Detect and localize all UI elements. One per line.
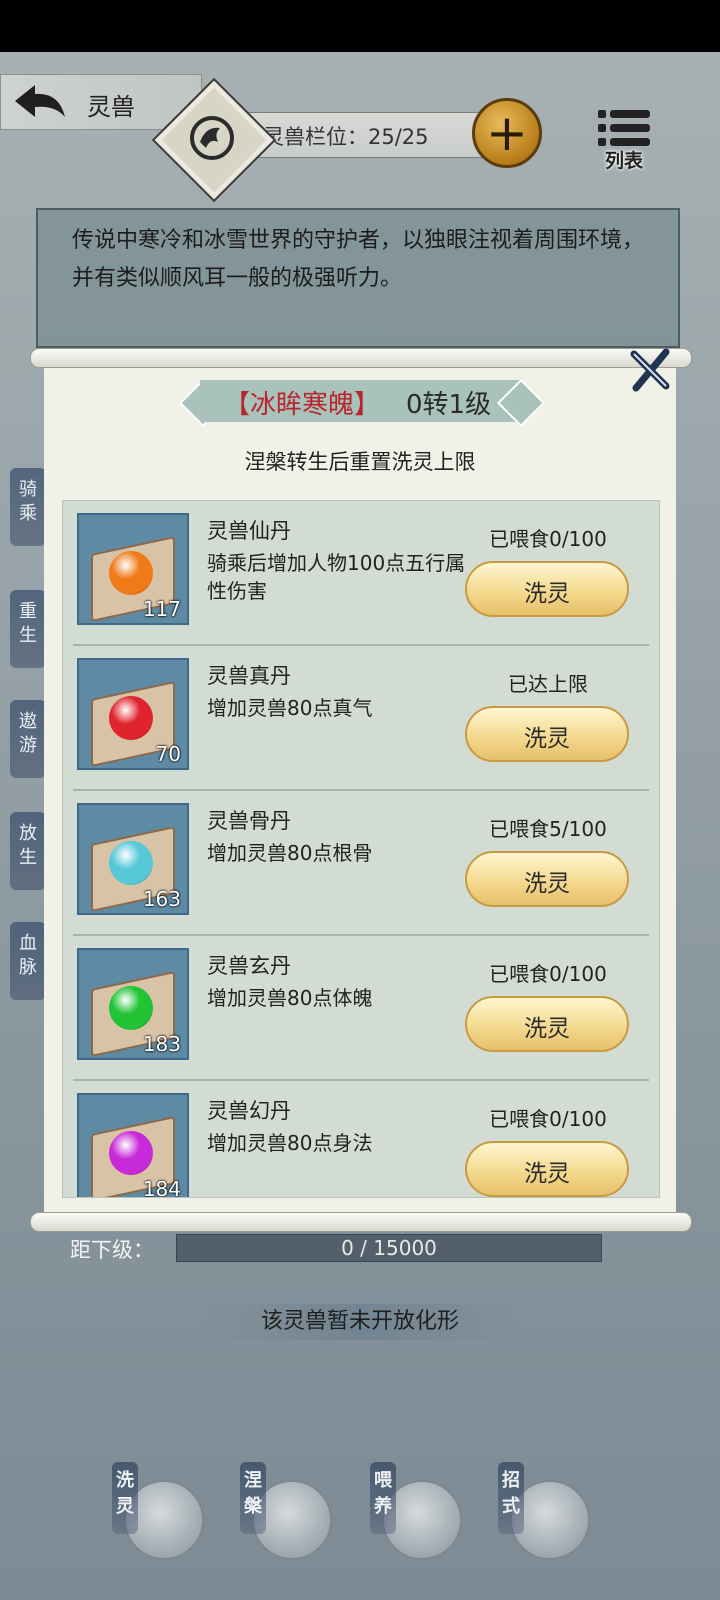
tab-rebirth[interactable]: 重生	[10, 590, 46, 668]
feed-label-tag: 喂养	[370, 1462, 396, 1534]
item-status: 已喂食0/100	[489, 1107, 607, 1131]
pill-orb	[109, 986, 153, 1030]
list-item: 183 灵兽玄丹 增加灵兽80点体魄 已喂食0/100 洗灵	[63, 936, 659, 1081]
item-name: 灵兽仙丹	[207, 519, 291, 543]
item-count: 183	[142, 1032, 181, 1056]
feed-button[interactable]: 喂养	[370, 1462, 462, 1560]
list-item: 70 灵兽真丹 增加灵兽80点真气 已达上限 洗灵	[63, 646, 659, 791]
pet-level: 0转1级	[406, 390, 492, 420]
skills-label-tag: 招式	[498, 1462, 524, 1534]
scroll-rod-top	[30, 348, 692, 368]
item-desc: 增加灵兽80点体魄	[207, 986, 373, 1010]
list-icon	[598, 110, 650, 146]
pet-description: 传说中寒冷和冰雪世界的守护者，以独眼注视着周围环境，并有类似顺风耳一般的极强听力…	[72, 228, 645, 291]
nirvana-label-tag: 涅槃	[240, 1462, 266, 1534]
item-status: 已喂食5/100	[489, 817, 607, 841]
item-status: 已达上限	[508, 672, 588, 696]
item-status: 已喂食0/100	[489, 962, 607, 986]
wash-spirit-button[interactable]: 洗灵	[112, 1462, 204, 1560]
wash-spirit-label-tag: 洗灵	[112, 1462, 138, 1534]
wash-spirit-label: 洗灵	[116, 1470, 134, 1517]
list-item: 117 灵兽仙丹 骑乘后增加人物100点五行属性伤害 已喂食0/100 洗灵	[63, 501, 659, 646]
pill-box-icon[interactable]: 117	[77, 513, 189, 625]
nirvana-button[interactable]: 涅槃	[240, 1462, 332, 1560]
wash-button-label: 洗灵	[524, 1016, 570, 1042]
nirvana-label: 涅槃	[244, 1470, 262, 1517]
exp-progress-bar: 0 / 15000	[176, 1234, 602, 1262]
wash-button[interactable]: 洗灵	[465, 1141, 629, 1197]
list-button[interactable]: 列表	[594, 106, 654, 172]
pill-box-icon[interactable]: 184	[77, 1093, 189, 1198]
item-count: 117	[142, 597, 181, 621]
wash-button[interactable]: 洗灵	[465, 851, 629, 907]
wash-button[interactable]: 洗灵	[465, 561, 629, 617]
tab-roam[interactable]: 遨游	[10, 700, 46, 778]
exp-progress-text: 0 / 15000	[341, 1236, 437, 1260]
pill-box-icon[interactable]: 163	[77, 803, 189, 915]
tab-ride[interactable]: 骑乘	[10, 468, 46, 546]
tab-label: 遨游	[19, 711, 37, 756]
item-count: 184	[142, 1177, 181, 1198]
tab-label: 放生	[19, 823, 37, 868]
wash-button[interactable]: 洗灵	[465, 706, 629, 762]
feed-label: 喂养	[374, 1470, 392, 1517]
back-arrow-icon	[15, 85, 65, 117]
pet-description-panel: 传说中寒冷和冰雪世界的守护者，以独眼注视着周围环境，并有类似顺风耳一般的极强听力…	[36, 208, 680, 348]
scroll-rod-bottom	[30, 1212, 692, 1232]
tab-release[interactable]: 放生	[10, 812, 46, 890]
reset-hint: 涅槃转生后重置洗灵上限	[244, 450, 476, 474]
wash-button-label: 洗灵	[524, 726, 570, 752]
item-count: 70	[155, 742, 181, 766]
skills-label: 招式	[502, 1470, 520, 1517]
status-bar	[0, 0, 720, 52]
pill-orb	[109, 696, 153, 740]
tab-bloodline[interactable]: 血脉	[10, 922, 46, 1000]
pet-name: 【冰眸寒魄】	[224, 390, 381, 420]
next-level-label: 距下级：	[70, 1238, 154, 1262]
item-status: 已喂食0/100	[489, 527, 607, 551]
skills-button[interactable]: 招式	[498, 1462, 590, 1560]
wash-button-label: 洗灵	[524, 1161, 570, 1187]
wash-button-label: 洗灵	[524, 871, 570, 897]
tab-label: 重生	[19, 601, 37, 646]
item-name: 灵兽真丹	[207, 664, 291, 688]
item-name: 灵兽玄丹	[207, 954, 291, 978]
pill-list[interactable]: 117 灵兽仙丹 骑乘后增加人物100点五行属性伤害 已喂食0/100 洗灵 7…	[62, 500, 660, 1198]
pill-orb	[109, 551, 153, 595]
list-label: 列表	[604, 150, 643, 172]
pet-slot-count: 灵兽栏位：25/25	[263, 125, 429, 149]
item-count: 163	[142, 887, 181, 911]
page-title: 灵兽	[87, 93, 135, 121]
list-item: 163 灵兽骨丹 增加灵兽80点根骨 已喂食5/100 洗灵	[63, 791, 659, 936]
item-desc: 骑乘后增加人物100点五行属性伤害	[207, 551, 466, 603]
item-name: 灵兽骨丹	[207, 809, 291, 833]
pill-box-icon[interactable]: 183	[77, 948, 189, 1060]
item-desc: 增加灵兽80点真气	[207, 696, 373, 720]
list-item: 184 灵兽幻丹 增加灵兽80点身法 已喂食0/100 洗灵	[63, 1081, 659, 1198]
tab-label: 骑乘	[19, 479, 37, 524]
item-desc: 增加灵兽80点根骨	[207, 841, 373, 865]
wash-button[interactable]: 洗灵	[465, 996, 629, 1052]
pill-orb	[109, 841, 153, 885]
add-slot-button[interactable]: +	[472, 98, 542, 168]
tab-label: 血脉	[19, 933, 37, 978]
transform-notice: 该灵兽暂未开放化形	[200, 1304, 520, 1340]
transform-notice-text: 该灵兽暂未开放化形	[260, 1309, 459, 1334]
phoenix-emblem-icon	[190, 116, 234, 160]
close-icon[interactable]	[628, 348, 672, 392]
pet-name-banner: 【冰眸寒魄】 0转1级	[178, 378, 546, 428]
pet-slot-bar: 灵兽栏位：25/25	[240, 112, 488, 158]
item-name: 灵兽幻丹	[207, 1099, 291, 1123]
item-desc: 增加灵兽80点身法	[207, 1131, 373, 1155]
pill-box-icon[interactable]: 70	[77, 658, 189, 770]
pill-orb	[109, 1131, 153, 1175]
plus-icon: +	[486, 104, 528, 162]
wash-button-label: 洗灵	[524, 581, 570, 607]
